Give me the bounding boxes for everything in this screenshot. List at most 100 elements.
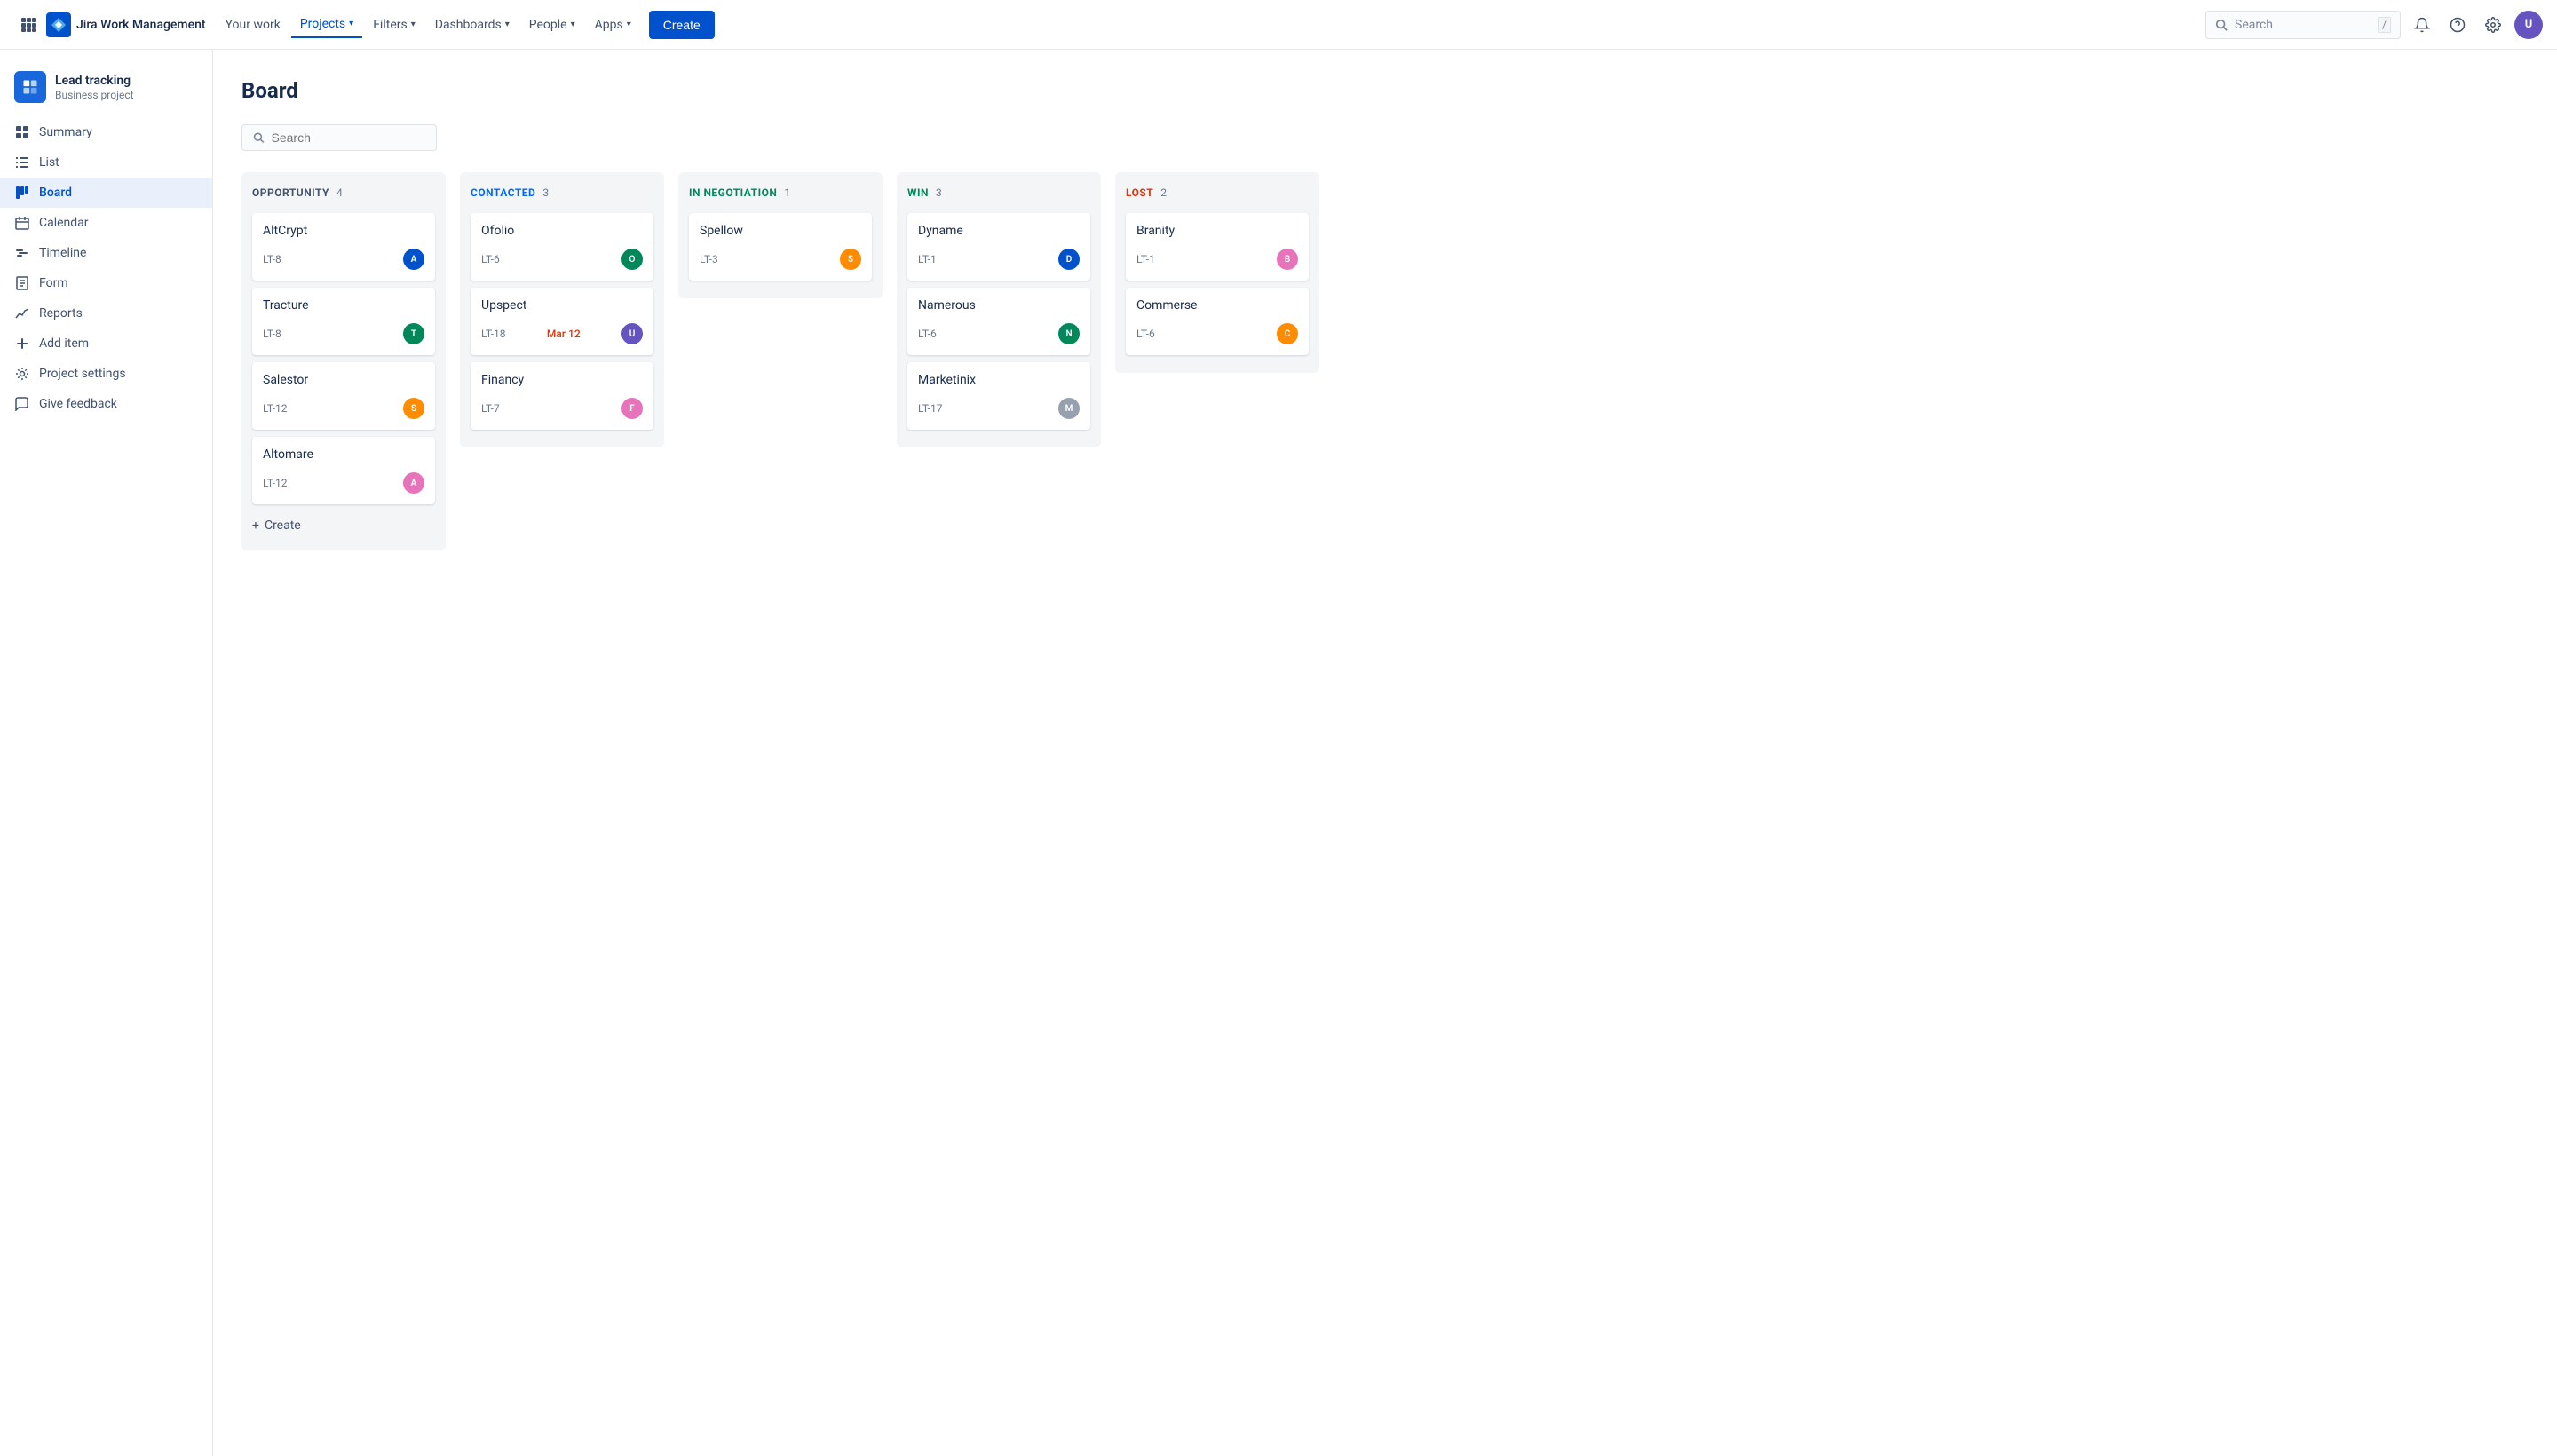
sidebar-item-board[interactable]: Board [0,178,212,208]
search-shortcut: / [2378,17,2391,33]
card-avatar: S [840,249,861,270]
column-count: 4 [336,186,343,199]
sidebar-item-label: Form [39,276,198,290]
sidebar-item-project-settings[interactable]: Project settings [0,359,212,389]
card-meta: LT-8 T [263,323,424,344]
card-title: Marketinix [918,373,1080,387]
board-column-win: WIN 3 Dyname LT-1 D Namerous LT-6 N [897,172,1101,447]
search-icon [2215,19,2228,31]
column-header: OPPORTUNITY 4 [252,183,435,202]
nav-filters[interactable]: Filters ▾ [364,12,424,37]
sidebar-item-label: Add item [39,336,198,351]
board-card[interactable]: Financy LT-7 F [471,362,653,430]
feedback-icon [14,396,30,412]
notifications-button[interactable] [2408,11,2436,39]
board-search-input[interactable] [272,131,425,145]
app-logo[interactable]: Jira Work Management [46,12,206,37]
card-title: Tracture [263,298,424,313]
nav-your-work[interactable]: Your work [217,12,289,37]
card-meta: LT-12 A [263,472,424,494]
user-avatar[interactable]: U [2514,11,2543,39]
card-avatar: T [403,323,424,344]
card-meta: LT-3 S [700,249,861,270]
card-meta: LT-6 N [918,323,1080,344]
board-card[interactable]: Ofolio LT-6 O [471,213,653,281]
sidebar-item-add-item[interactable]: Add item [0,328,212,359]
board-card[interactable]: Marketinix LT-17 M [907,362,1090,430]
board-card[interactable]: Salestor LT-12 S [252,362,435,430]
card-avatar: D [1058,249,1080,270]
nav-dashboards[interactable]: Dashboards ▾ [426,12,519,37]
sidebar-item-give-feedback[interactable]: Give feedback [0,389,212,419]
board-card[interactable]: Altomare LT-12 A [252,437,435,504]
board-column-lost: LOST 2 Branity LT-1 B Commerse LT-6 C [1115,172,1319,373]
column-create-button[interactable]: + Create [252,511,435,540]
column-title: OPPORTUNITY [252,186,329,199]
column-count: 1 [784,186,790,199]
board-search[interactable] [241,124,437,151]
nav-apps[interactable]: Apps ▾ [586,12,640,37]
board-card[interactable]: Tracture LT-8 T [252,288,435,355]
card-id: LT-6 [1136,328,1155,340]
card-id: LT-12 [263,477,287,489]
nav-projects[interactable]: Projects ▾ [291,12,362,38]
column-count: 3 [936,186,942,199]
sidebar-item-label: Summary [39,125,198,139]
column-title: WIN [907,186,929,199]
card-meta: LT-17 M [918,398,1080,419]
card-title: Dyname [918,224,1080,238]
board-card[interactable]: Commerse LT-6 C [1126,288,1309,355]
board-card[interactable]: AltCrypt LT-8 A [252,213,435,281]
card-avatar: C [1277,323,1298,344]
sidebar-nav: Summary List Board Calendar Timeline For… [0,117,212,419]
board-card[interactable]: Branity LT-1 B [1126,213,1309,281]
card-avatar: N [1058,323,1080,344]
card-avatar: O [621,249,643,270]
sidebar-item-label: Board [39,186,198,200]
nav-people[interactable]: People ▾ [520,12,584,37]
sidebar-item-label: Timeline [39,246,198,260]
board-card[interactable]: Spellow LT-3 S [689,213,872,281]
help-button[interactable] [2443,11,2472,39]
sidebar-item-form[interactable]: Form [0,268,212,298]
plus-icon: + [252,518,259,533]
page-title: Board [241,78,2529,103]
sidebar: Lead tracking Business project Summary L… [0,50,213,1456]
card-avatar: A [403,472,424,494]
sidebar-item-summary[interactable]: Summary [0,117,212,147]
project-header[interactable]: Lead tracking Business project [0,64,212,117]
card-avatar: F [621,398,643,419]
column-header: IN NEGOTIATION 1 [689,183,872,202]
search-bar[interactable]: Search / [2205,11,2401,39]
apps-chevron-icon: ▾ [627,20,631,29]
board-card[interactable]: Namerous LT-6 N [907,288,1090,355]
card-title: Salestor [263,373,424,387]
card-title: AltCrypt [263,224,424,238]
grid-menu-icon[interactable] [14,11,43,39]
board-card[interactable]: Upspect LT-18 Mar 12 U [471,288,653,355]
card-meta: LT-7 F [481,398,643,419]
column-count: 2 [1160,186,1167,199]
sidebar-item-timeline[interactable]: Timeline [0,238,212,268]
timeline-icon [14,245,30,261]
create-button[interactable]: Create [649,11,715,39]
sidebar-item-label: Give feedback [39,397,198,411]
board-columns: OPPORTUNITY 4 AltCrypt LT-8 A Tracture L… [241,172,2529,550]
sidebar-item-calendar[interactable]: Calendar [0,208,212,238]
card-id: LT-1 [1136,253,1155,265]
card-id: LT-17 [918,402,942,415]
card-meta: LT-12 S [263,398,424,419]
project-type: Business project [55,89,134,101]
board-card[interactable]: Dyname LT-1 D [907,213,1090,281]
settings-button[interactable] [2479,11,2507,39]
sidebar-item-label: List [39,155,198,170]
board-column-in-negotiation: IN NEGOTIATION 1 Spellow LT-3 S [678,172,883,298]
sidebar-item-list[interactable]: List [0,147,212,178]
dashboards-chevron-icon: ▾ [505,20,510,29]
card-id: LT-7 [481,402,500,415]
sidebar-item-reports[interactable]: Reports [0,298,212,328]
projects-chevron-icon: ▾ [349,19,353,28]
app-name: Jira Work Management [76,18,206,32]
card-id: LT-12 [263,402,287,415]
card-id: LT-8 [263,328,281,340]
